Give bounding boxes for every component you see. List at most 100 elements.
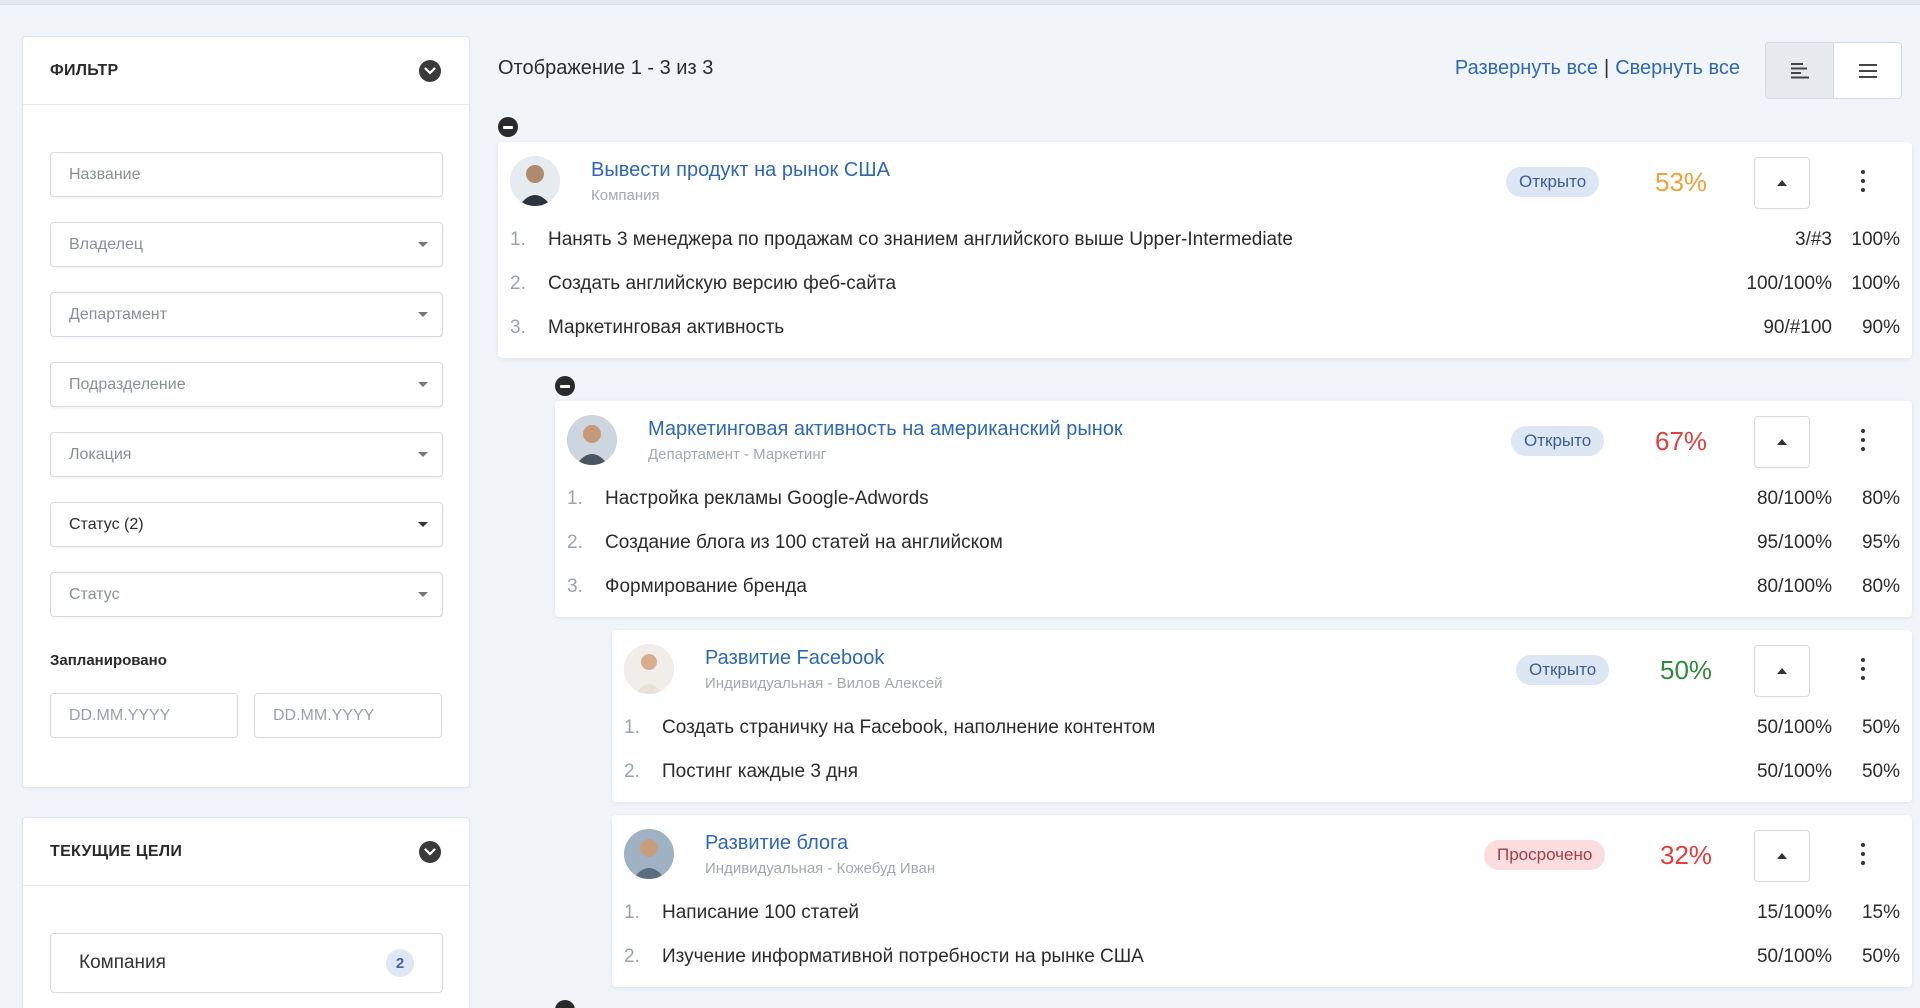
kr-text: Создать страничку на Facebook, наполнени… xyxy=(662,717,1156,738)
goal-card: Вывести продукт на рынок США Компания От… xyxy=(498,142,1912,358)
kr-value: 50/100% xyxy=(1756,761,1832,782)
toggle-details-button[interactable] xyxy=(1754,416,1810,468)
kr-number: 3. xyxy=(510,317,526,338)
key-result-row: 2. Изучение информативной потребности на… xyxy=(624,942,1900,972)
subdivision-select-label: Подразделение xyxy=(69,375,186,393)
toggle-details-button[interactable] xyxy=(1754,830,1810,882)
results-count: Отображение 1 - 3 из 3 xyxy=(498,57,714,79)
tree-view-button[interactable] xyxy=(1766,43,1834,98)
collapse-all-link[interactable]: Свернуть все xyxy=(1615,57,1740,80)
name-input[interactable]: Название xyxy=(50,152,443,197)
status-badge: Открыто xyxy=(1516,655,1610,685)
collapse-goal-1-icon[interactable] xyxy=(498,117,518,137)
kr-text: Настройка рекламы Google-Adwords xyxy=(605,488,929,509)
goal-progress-percent: 32% xyxy=(1660,840,1713,870)
kr-value: 100/100% xyxy=(1746,273,1832,294)
kr-number: 2. xyxy=(624,761,640,782)
status-multi-select[interactable]: Статус (2) xyxy=(50,502,443,547)
caret-down-icon xyxy=(418,242,428,247)
status-badge: Открыто xyxy=(1506,167,1600,197)
goal-title[interactable]: Развитие Facebook xyxy=(705,647,884,670)
goal-subtitle: Компания xyxy=(591,187,660,204)
goal-card: Развитие Facebook Индивидуальная - Вилов… xyxy=(612,630,1912,802)
current-goals-panel: ТЕКУЩИЕ ЦЕЛИ Компания 2 xyxy=(22,817,470,1008)
date-from-placeholder: DD.MM.YYYY xyxy=(69,706,171,724)
kr-percent: 50% xyxy=(1861,946,1900,967)
list-view-icon xyxy=(1858,63,1877,78)
filter-header[interactable]: ФИЛЬТР xyxy=(23,37,469,105)
department-select-label: Департамент xyxy=(69,305,167,323)
kr-number: 2. xyxy=(510,273,526,294)
date-to-input[interactable]: DD.MM.YYYY xyxy=(254,693,442,738)
date-to-placeholder: DD.MM.YYYY xyxy=(273,706,375,724)
chevron-down-icon[interactable] xyxy=(419,840,441,863)
goal-title[interactable]: Вывести продукт на рынок США xyxy=(591,159,890,182)
kr-percent: 50% xyxy=(1861,717,1900,738)
kr-value: 80/100% xyxy=(1756,576,1832,597)
subdivision-select[interactable]: Подразделение xyxy=(50,362,443,407)
kr-value: 15/100% xyxy=(1756,902,1832,923)
key-result-row: 1. Написание 100 статей 15/100% 15% xyxy=(624,898,1900,928)
more-options-icon[interactable] xyxy=(1860,658,1866,680)
kr-value: 3/#3 xyxy=(1795,229,1832,250)
kr-percent: 15% xyxy=(1861,902,1900,923)
location-select[interactable]: Локация xyxy=(50,432,443,477)
caret-up-icon xyxy=(1777,668,1787,674)
name-input-placeholder: Название xyxy=(69,165,141,183)
goal-title[interactable]: Развитие блога xyxy=(705,832,848,855)
owner-select-label: Владелец xyxy=(69,235,144,253)
filter-title: ФИЛЬТР xyxy=(50,61,119,79)
kr-text: Формирование бренда xyxy=(605,576,807,597)
goal-subtitle: Департамент - Маркетинг xyxy=(648,446,827,463)
kr-number: 1. xyxy=(624,902,640,923)
kr-number: 1. xyxy=(510,229,526,250)
location-select-label: Локация xyxy=(69,445,132,463)
key-result-row: 1. Создать страничку на Facebook, наполн… xyxy=(624,713,1900,743)
status-select[interactable]: Статус xyxy=(50,572,443,617)
date-from-input[interactable]: DD.MM.YYYY xyxy=(50,693,238,738)
key-result-row: 1. Настройка рекламы Google-Adwords 80/1… xyxy=(567,484,1900,514)
kr-percent: 80% xyxy=(1861,488,1900,509)
avatar xyxy=(624,644,674,694)
more-options-icon[interactable] xyxy=(1860,843,1866,865)
toggle-details-button[interactable] xyxy=(1754,157,1810,209)
kr-text: Изучение информативной потребности на ры… xyxy=(662,946,1144,967)
list-view-button[interactable] xyxy=(1834,43,1901,98)
goal-category-company[interactable]: Компания 2 xyxy=(50,933,443,993)
expand-collapse-links: Развернуть все | Свернуть все xyxy=(1455,57,1740,80)
status-select-label: Статус xyxy=(69,585,120,603)
goal-card: Развитие блога Индивидуальная - Кожебуд … xyxy=(612,815,1912,987)
key-result-row: 2. Создание блога из 100 статей на англи… xyxy=(567,528,1900,558)
kr-value: 50/100% xyxy=(1756,946,1832,967)
kr-text: Написание 100 статей xyxy=(662,902,859,923)
goal-category-label: Компания xyxy=(79,952,166,973)
chevron-down-icon[interactable] xyxy=(419,59,441,82)
current-goals-title: ТЕКУЩИЕ ЦЕЛИ xyxy=(50,842,183,860)
kr-number: 1. xyxy=(567,488,583,509)
kr-text: Постинг каждые 3 дня xyxy=(662,761,859,782)
kr-text: Создать английскую версию феб-сайта xyxy=(548,273,897,294)
kr-percent: 50% xyxy=(1861,761,1900,782)
caret-up-icon xyxy=(1777,439,1787,445)
kr-percent: 80% xyxy=(1861,576,1900,597)
kr-number: 2. xyxy=(567,532,583,553)
more-options-icon[interactable] xyxy=(1860,170,1866,192)
goal-subtitle: Индивидуальная - Кожебуд Иван xyxy=(705,860,936,877)
collapse-next-icon[interactable] xyxy=(555,1000,575,1008)
expand-all-link[interactable]: Развернуть все xyxy=(1455,57,1598,80)
status-multi-select-label: Статус (2) xyxy=(69,515,144,533)
status-badge: Просрочено xyxy=(1484,840,1606,870)
department-select[interactable]: Департамент xyxy=(50,292,443,337)
toggle-details-button[interactable] xyxy=(1754,645,1810,697)
status-badge: Открыто xyxy=(1511,426,1605,456)
kr-text: Маркетинговая активность xyxy=(548,317,785,338)
key-result-row: 1. Нанять 3 менеджера по продажам со зна… xyxy=(510,225,1900,255)
owner-select[interactable]: Владелец xyxy=(50,222,443,267)
avatar xyxy=(624,829,674,879)
more-options-icon[interactable] xyxy=(1860,429,1866,451)
kr-value: 95/100% xyxy=(1756,532,1832,553)
current-goals-header[interactable]: ТЕКУЩИЕ ЦЕЛИ xyxy=(23,818,469,886)
caret-up-icon xyxy=(1777,180,1787,186)
goal-title[interactable]: Маркетинговая активность на американский… xyxy=(648,418,1123,441)
collapse-goal-2-icon[interactable] xyxy=(555,376,575,396)
